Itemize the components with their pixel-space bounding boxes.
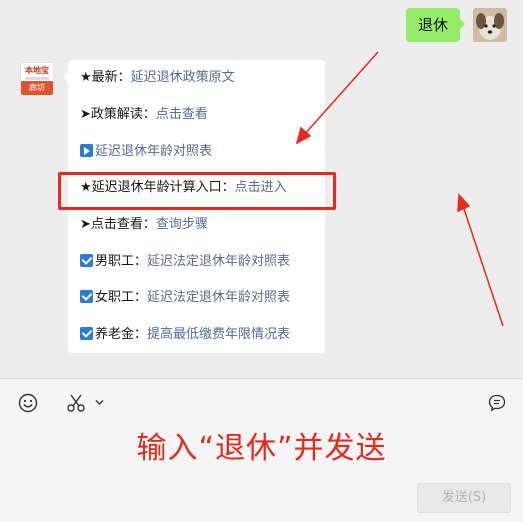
input-panel[interactable]: 输入“退休”并发送 发送(S): [0, 378, 523, 522]
outgoing-message-text: 退休: [418, 16, 449, 34]
chevron-down-icon[interactable]: [94, 397, 105, 408]
bot-city-label: 廊坊: [21, 81, 53, 95]
menu-line-prefix: ➤点击查看：: [80, 217, 156, 232]
menu-line-prefix: 女职工：: [95, 290, 148, 305]
arrow-line-right: [461, 202, 504, 327]
send-button[interactable]: 发送(S): [417, 483, 511, 513]
play-box-icon: [80, 144, 93, 157]
menu-line-query-steps: ➤点击查看：查询步骤: [80, 215, 208, 235]
check-box-icon: [80, 290, 93, 303]
menu-line-prefix: 男职工：: [95, 254, 148, 269]
menu-line-age-table: 延迟退休年龄对照表: [80, 142, 212, 162]
menu-line-pension: 养老金：提高最低缴费年限情况表: [80, 325, 290, 345]
check-box-icon: [80, 254, 93, 267]
menu-line-prefix: ➤政策解读：: [80, 107, 156, 122]
menu-line-prefix: ★最新：: [80, 70, 131, 85]
bot-logo-underline: [25, 77, 49, 80]
menu-link-policy-original[interactable]: 延迟退休政策原文: [131, 70, 235, 85]
dog-photo-icon: [473, 8, 507, 42]
instruction-text: 输入“退休”并发送: [136, 431, 387, 466]
emoji-icon[interactable]: [18, 393, 38, 413]
outgoing-message-bubble[interactable]: 退休: [406, 8, 466, 42]
user-avatar[interactable]: [473, 8, 507, 42]
menu-link-click-view[interactable]: 点击查看: [156, 107, 208, 122]
menu-link-female-table[interactable]: 延迟法定退休年龄对照表: [147, 290, 290, 305]
chat-area: 退休 本地宝 廊坊 ★最新：延迟退休政策原文 ➤政策解读：点击查看 延迟退休年龄…: [0, 0, 523, 378]
highlight-frame: [58, 172, 336, 210]
scissors-icon[interactable]: [66, 393, 86, 413]
menu-link-age-table[interactable]: 延迟退休年龄对照表: [95, 144, 212, 159]
bot-avatar[interactable]: 本地宝 廊坊: [20, 62, 54, 96]
menu-line-female-workers: 女职工：延迟法定退休年龄对照表: [80, 288, 290, 308]
check-box-icon: [80, 327, 93, 340]
menu-link-male-table[interactable]: 延迟法定退休年龄对照表: [147, 254, 290, 269]
chat-bubble-icon[interactable]: [487, 393, 507, 413]
menu-line-male-workers: 男职工：延迟法定退休年龄对照表: [80, 252, 290, 272]
menu-line-prefix: 养老金：: [95, 327, 148, 342]
menu-link-query-steps[interactable]: 查询步骤: [156, 217, 208, 232]
bot-logo-text: 本地宝: [25, 66, 49, 75]
menu-line-policy-interpretation: ➤政策解读：点击查看: [80, 105, 208, 125]
arrow-head-icon: [457, 193, 471, 213]
menu-link-pension-table[interactable]: 提高最低缴费年限情况表: [147, 327, 290, 342]
menu-line-latest: ★最新：延迟退休政策原文: [80, 68, 235, 88]
